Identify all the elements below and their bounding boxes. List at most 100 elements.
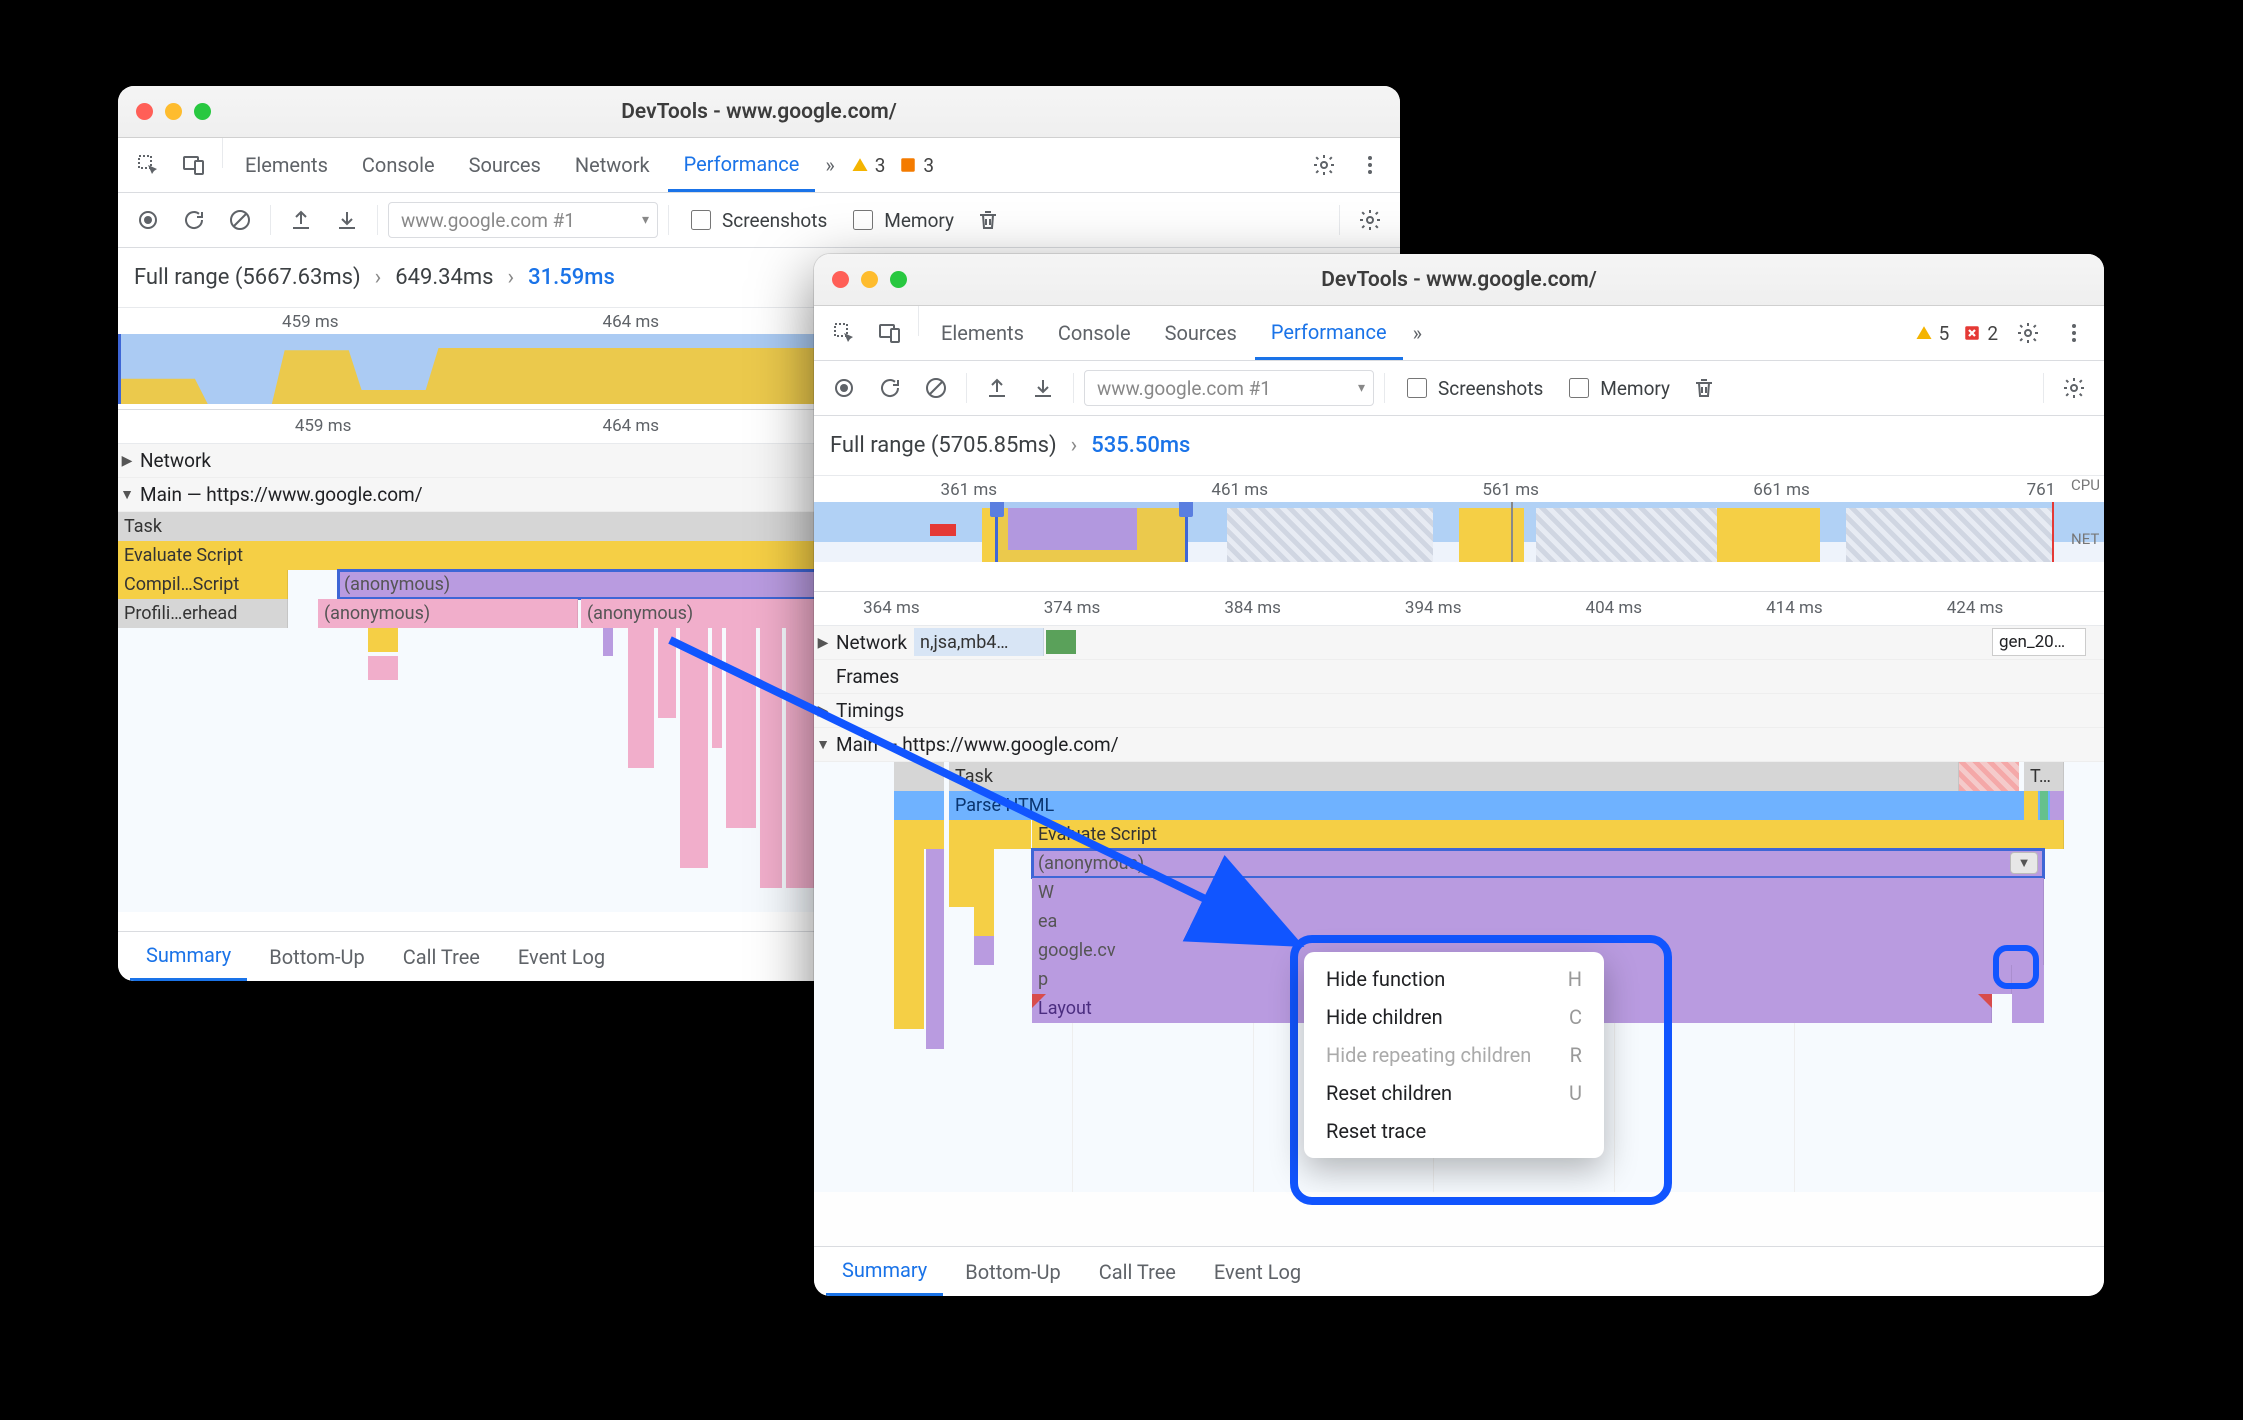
tab-sources[interactable]: Sources <box>1149 306 1253 360</box>
record-icon[interactable] <box>128 200 168 240</box>
gear-icon[interactable] <box>2054 368 2094 408</box>
download-icon[interactable] <box>1023 368 1063 408</box>
entry-options-button[interactable]: ▼ <box>2010 852 2038 874</box>
errors-number: 2 <box>1987 322 1998 345</box>
tab2-bottom-up[interactable]: Bottom-Up <box>253 932 380 981</box>
tab2-event-log[interactable]: Event Log <box>1198 1247 1317 1296</box>
trash-icon[interactable] <box>1684 368 1724 408</box>
trash-icon[interactable] <box>968 200 1008 240</box>
memory-checkbox[interactable]: Memory <box>1557 375 1678 401</box>
performance-toolbar: www.google.com #1 Screenshots Memory <box>814 361 2104 416</box>
reload-icon[interactable] <box>870 368 910 408</box>
breadcrumb-full-range[interactable]: Full range (5705.85ms) <box>830 433 1057 458</box>
network-item[interactable]: n,jsa,mb4… <box>914 628 1044 656</box>
flame-anonymous-selected[interactable]: (anonymous) <box>338 570 838 599</box>
issues-number: 3 <box>923 154 934 177</box>
tab-performance[interactable]: Performance <box>668 138 816 192</box>
breadcrumb-leaf[interactable]: 535.50ms <box>1091 433 1190 458</box>
download-icon[interactable] <box>327 200 367 240</box>
minimap[interactable]: 361 ms 461 ms 561 ms 661 ms 761 ms C <box>814 476 2104 592</box>
context-menu-item[interactable]: Hide childrenC <box>1304 998 1604 1036</box>
disclosure-down-icon[interactable]: ▼ <box>814 736 832 753</box>
track-frames[interactable]: Frames <box>832 665 899 688</box>
network-item[interactable]: gen_20… <box>1992 628 2086 656</box>
separator <box>918 306 919 336</box>
warnings-count[interactable]: 5 <box>1909 306 1956 360</box>
context-menu-item[interactable]: Reset trace <box>1304 1112 1604 1150</box>
disclosure-down-icon[interactable]: ▼ <box>118 486 136 503</box>
device-icon[interactable] <box>868 306 912 360</box>
more-tabs-icon[interactable]: » <box>817 138 842 192</box>
performance-toolbar: www.google.com #1 Screenshots Memory <box>118 193 1400 248</box>
warnings-count[interactable]: 3 <box>845 138 892 192</box>
separator <box>1339 205 1340 235</box>
tab-elements[interactable]: Elements <box>925 306 1040 360</box>
tab-console[interactable]: Console <box>346 138 451 192</box>
track-timings[interactable]: Timings <box>832 699 904 722</box>
tab-network[interactable]: Network <box>559 138 666 192</box>
tab2-summary[interactable]: Summary <box>826 1247 943 1296</box>
flame-anonymous-selected[interactable]: (anonymous) <box>1032 849 2044 878</box>
page-select[interactable]: www.google.com #1 <box>1084 370 1374 406</box>
reload-icon[interactable] <box>174 200 214 240</box>
flame-anonymous[interactable]: (anonymous) <box>581 599 838 628</box>
separator <box>966 373 967 403</box>
clear-icon[interactable] <box>220 200 260 240</box>
flame-profiling-overhead[interactable]: Profili…erhead <box>118 599 288 628</box>
track-main[interactable]: Main — https://www.google.com/ <box>832 733 1119 756</box>
tab-elements[interactable]: Elements <box>229 138 344 192</box>
flame-ea[interactable]: ea <box>1032 907 2044 936</box>
inspect-icon[interactable] <box>126 138 170 192</box>
record-icon[interactable] <box>824 368 864 408</box>
errors-count[interactable]: 2 <box>1957 306 2004 360</box>
kebab-icon[interactable] <box>1348 138 1392 192</box>
gear-icon[interactable] <box>1350 200 1390 240</box>
disclosure-right-icon[interactable]: ▶ <box>814 635 832 651</box>
disclosure-right-icon[interactable]: ▶ <box>118 453 136 469</box>
flame-task[interactable]: T… <box>2024 762 2064 791</box>
issues-count[interactable]: 3 <box>893 138 940 192</box>
track-network[interactable]: Network <box>832 631 907 654</box>
chevron-right-icon: › <box>1071 433 1078 458</box>
upload-icon[interactable] <box>977 368 1017 408</box>
tab2-summary[interactable]: Summary <box>130 932 247 981</box>
clear-icon[interactable] <box>916 368 956 408</box>
flame-anonymous[interactable]: (anonymous) <box>318 599 578 628</box>
context-menu-shortcut: U <box>1569 1081 1582 1105</box>
tab2-call-tree[interactable]: Call Tree <box>1083 1247 1192 1296</box>
breadcrumb-mid[interactable]: 649.34ms <box>395 265 493 290</box>
tab2-call-tree[interactable]: Call Tree <box>387 932 496 981</box>
screenshots-checkbox[interactable]: Screenshots <box>679 207 835 233</box>
flame-parse-html[interactable]: Parse HTML <box>949 791 2064 820</box>
tab-performance[interactable]: Performance <box>1255 306 1403 360</box>
breadcrumb-leaf[interactable]: 31.59ms <box>528 265 615 290</box>
flame-w[interactable]: W <box>1032 878 2044 907</box>
page-select[interactable]: www.google.com #1 <box>388 202 658 238</box>
memory-checkbox[interactable]: Memory <box>841 207 962 233</box>
kebab-icon[interactable] <box>2052 306 2096 360</box>
gear-icon[interactable] <box>1302 138 1346 192</box>
flame-compile-script[interactable]: Compil…Script <box>118 570 288 599</box>
breadcrumb-full-range[interactable]: Full range (5667.63ms) <box>134 265 361 290</box>
time-ruler[interactable]: 364 ms 374 ms 384 ms 394 ms 404 ms 414 m… <box>814 592 2104 626</box>
warnings-number: 3 <box>875 154 886 177</box>
flame-task[interactable]: Task <box>949 762 1959 791</box>
track-main[interactable]: Main — https://www.google.com/ <box>136 483 423 506</box>
inspect-icon[interactable] <box>822 306 866 360</box>
screenshots-checkbox[interactable]: Screenshots <box>1395 375 1551 401</box>
tab-sources[interactable]: Sources <box>453 138 557 192</box>
screenshots-label: Screenshots <box>1438 377 1543 400</box>
tab2-bottom-up[interactable]: Bottom-Up <box>949 1247 1076 1296</box>
context-menu-item[interactable]: Hide functionH <box>1304 960 1604 998</box>
device-icon[interactable] <box>172 138 216 192</box>
tab2-event-log[interactable]: Event Log <box>502 932 621 981</box>
chevron-right-icon: › <box>375 265 382 290</box>
upload-icon[interactable] <box>281 200 321 240</box>
tab-console[interactable]: Console <box>1042 306 1147 360</box>
context-menu-item[interactable]: Reset childrenU <box>1304 1074 1604 1112</box>
disclosure-right-icon[interactable]: ▶ <box>814 703 832 719</box>
more-tabs-icon[interactable]: » <box>1405 306 1430 360</box>
gear-icon[interactable] <box>2006 306 2050 360</box>
flame-evaluate-script[interactable]: Evaluate Script <box>1032 820 2064 849</box>
track-network[interactable]: Network <box>136 449 211 472</box>
